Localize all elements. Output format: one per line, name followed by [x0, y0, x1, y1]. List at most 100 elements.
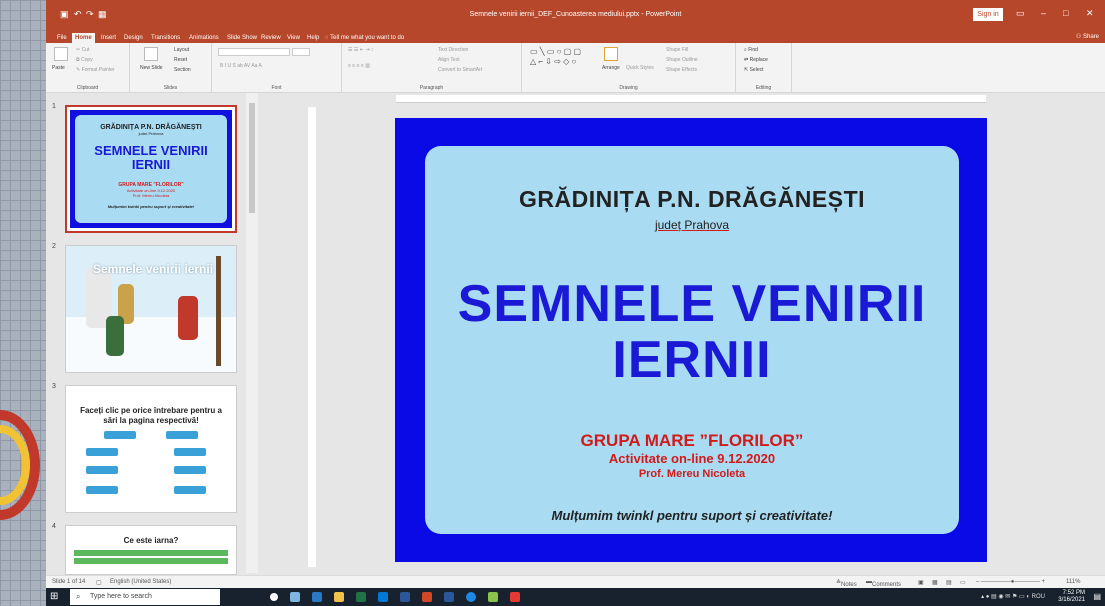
- scrollbar-thumb[interactable]: [249, 103, 255, 213]
- chrome-icon[interactable]: [466, 592, 476, 602]
- tab-help[interactable]: Help: [304, 33, 322, 43]
- tell-me-search[interactable]: ◌ Tell me what you want to do: [322, 33, 407, 43]
- windows-start-icon[interactable]: ⊞: [50, 591, 62, 603]
- section-button[interactable]: Section: [174, 67, 191, 73]
- tab-design[interactable]: Design: [121, 33, 146, 43]
- edge-icon[interactable]: [312, 592, 322, 602]
- child-image: [106, 316, 124, 356]
- shapes-gallery[interactable]: ▭ ╲ ▭ ○ ▢ ▢: [530, 47, 581, 56]
- zoom-level[interactable]: 111%: [1066, 579, 1080, 585]
- word-icon[interactable]: [400, 592, 410, 602]
- input-language[interactable]: ROU: [1032, 594, 1045, 600]
- powerpoint-icon[interactable]: [422, 592, 432, 602]
- tab-home[interactable]: Home: [72, 33, 95, 43]
- editing-group: ⌕ Find ⇄ Replace ⇱ Select Editing: [736, 43, 792, 93]
- paste-button[interactable]: Paste: [52, 65, 65, 71]
- cut-button[interactable]: ✂ Cut: [76, 47, 89, 53]
- task-view-icon[interactable]: [290, 592, 300, 602]
- tab-animations[interactable]: Animations: [186, 33, 222, 43]
- question-button: [86, 486, 118, 494]
- font-size-select[interactable]: [292, 48, 310, 56]
- align-text-button[interactable]: Align Text: [438, 57, 460, 63]
- vertical-ruler: [308, 107, 316, 567]
- taskbar-search[interactable]: ⌕ Type here to search: [70, 589, 220, 605]
- question-button: [174, 466, 206, 474]
- slideshow-icon[interactable]: ▭: [960, 579, 966, 586]
- language-indicator[interactable]: English (United States): [110, 579, 171, 585]
- slide-thanks-text[interactable]: Mulțumim twinkl pentru suport și creativ…: [425, 508, 959, 523]
- font-format-buttons[interactable]: B I U S ab AV Aa A: [220, 63, 262, 69]
- thumb-thanks: Mulțumim twinkl pentru suport și creativ…: [107, 204, 195, 209]
- thumbnail-scrollbar[interactable]: [246, 93, 258, 573]
- find-button[interactable]: ⌕ Find: [744, 47, 758, 53]
- current-slide[interactable]: GRĂDINIȚA P.N. DRĂGĂNEȘTI județ Prahova …: [395, 118, 987, 562]
- select-button[interactable]: ⇱ Select: [744, 67, 764, 73]
- slide-thumbnail-4[interactable]: Ce este iarna?: [65, 525, 237, 575]
- shape-outline-button[interactable]: Shape Outline: [666, 57, 698, 63]
- slide-teacher-text[interactable]: Prof. Mereu Nicoleta: [425, 468, 959, 480]
- slide-thumbnail-1[interactable]: GRĂDINIȚA P.N. DRĂGĂNEȘTI județ Prahova …: [65, 105, 237, 233]
- font-name-select[interactable]: [218, 48, 290, 56]
- shapes-gallery-row2[interactable]: △ ⌐ ⇩ ⇨ ◇ ○: [530, 57, 576, 66]
- notifications-icon[interactable]: ▤: [1093, 592, 1101, 601]
- format-painter-button[interactable]: ✎ Format Painter: [76, 67, 115, 73]
- system-tray[interactable]: ▴ ● ▤ ◉ ✉ ⚑ ▭ ◐ ROU: [981, 593, 1045, 600]
- zoom-slider[interactable]: – ───────●────── +: [976, 579, 1045, 585]
- minimize-button[interactable]: –: [1041, 8, 1046, 18]
- slide-subtitle[interactable]: județ Prahova: [425, 218, 959, 232]
- close-button[interactable]: ✕: [1086, 8, 1094, 19]
- file-explorer-icon[interactable]: [334, 592, 344, 602]
- convert-smartart-button[interactable]: Convert to SmartArt: [438, 67, 482, 73]
- notes-button[interactable]: ≙ Notes: [836, 579, 857, 588]
- slide-number: 1: [52, 103, 56, 110]
- align-buttons[interactable]: ≡ ≡ ≡ ≡ ▥: [348, 63, 370, 69]
- replace-button[interactable]: ⇄ Replace: [744, 57, 768, 63]
- app-icon[interactable]: [488, 592, 498, 602]
- title-bar: ▣ ↶ ↷ ▦ Semnele venirii iernii_DEF_Cunoa…: [46, 0, 1105, 32]
- word-doc-icon[interactable]: [444, 592, 454, 602]
- normal-view-icon[interactable]: ▣: [918, 579, 924, 586]
- store-icon[interactable]: [378, 592, 388, 602]
- cortana-icon[interactable]: [270, 593, 278, 601]
- shape-effects-button[interactable]: Shape Effects: [666, 67, 697, 73]
- slide-thumbnail-3[interactable]: Faceți clic pe orice întrebare pentru a …: [65, 385, 237, 513]
- slide-title[interactable]: GRĂDINIȚA P.N. DRĂGĂNEȘTI: [425, 186, 959, 213]
- shape-fill-button[interactable]: Shape Fill: [666, 47, 688, 53]
- paste-icon[interactable]: [54, 47, 68, 61]
- acrobat-icon[interactable]: [510, 592, 520, 602]
- copy-button[interactable]: ⧉ Copy: [76, 57, 93, 63]
- reading-view-icon[interactable]: ▤: [946, 579, 952, 586]
- person-icon: ⚇: [1075, 34, 1082, 40]
- quick-styles-button[interactable]: Quick Styles: [626, 65, 654, 71]
- excel-icon[interactable]: [356, 592, 366, 602]
- comments-button[interactable]: ▬ Comments: [866, 579, 901, 588]
- slide-thumbnail-2[interactable]: Semnele venirii iernii: [65, 245, 237, 373]
- cut-label: Cut: [81, 47, 90, 53]
- ribbon-display-icon[interactable]: ▭: [1016, 8, 1025, 19]
- taskbar-clock[interactable]: 7:52 PM 3/16/2021: [1058, 590, 1085, 604]
- maximize-button[interactable]: □: [1063, 8, 1068, 18]
- reset-button[interactable]: Reset: [174, 57, 187, 63]
- new-slide-button[interactable]: New Slide: [140, 65, 163, 71]
- tab-slide-show[interactable]: Slide Show: [224, 33, 260, 43]
- tab-review[interactable]: Review: [258, 33, 284, 43]
- sign-in-button[interactable]: Sign in: [973, 8, 1003, 21]
- slide-activity-text[interactable]: Activitate on-line 9.12.2020: [425, 451, 959, 466]
- new-slide-icon[interactable]: [144, 47, 158, 61]
- arrange-icon[interactable]: [604, 47, 618, 61]
- arrange-button[interactable]: Arrange: [602, 65, 620, 71]
- clock-time: 7:52 PM: [1062, 590, 1085, 596]
- tab-view[interactable]: View: [284, 33, 303, 43]
- tab-insert[interactable]: Insert: [98, 33, 119, 43]
- tab-transitions[interactable]: Transitions: [148, 33, 183, 43]
- share-button[interactable]: ⚇ Share: [1076, 33, 1099, 40]
- tab-file[interactable]: File: [54, 33, 70, 43]
- text-direction-button[interactable]: Text Direction: [438, 47, 468, 53]
- slide-sorter-icon[interactable]: ▦: [932, 579, 938, 586]
- layout-button[interactable]: Layout: [174, 47, 189, 53]
- list-buttons[interactable]: ☰ ☰ ⇤ ⇥ ↕: [348, 47, 373, 53]
- clipboard-label: Clipboard: [76, 85, 99, 91]
- slide-main-title[interactable]: SEMNELE VENIRII IERNII: [425, 276, 959, 388]
- spellcheck-icon[interactable]: ▢: [96, 579, 102, 586]
- slide-group-text[interactable]: GRUPA MARE ”FLORILOR”: [425, 431, 959, 451]
